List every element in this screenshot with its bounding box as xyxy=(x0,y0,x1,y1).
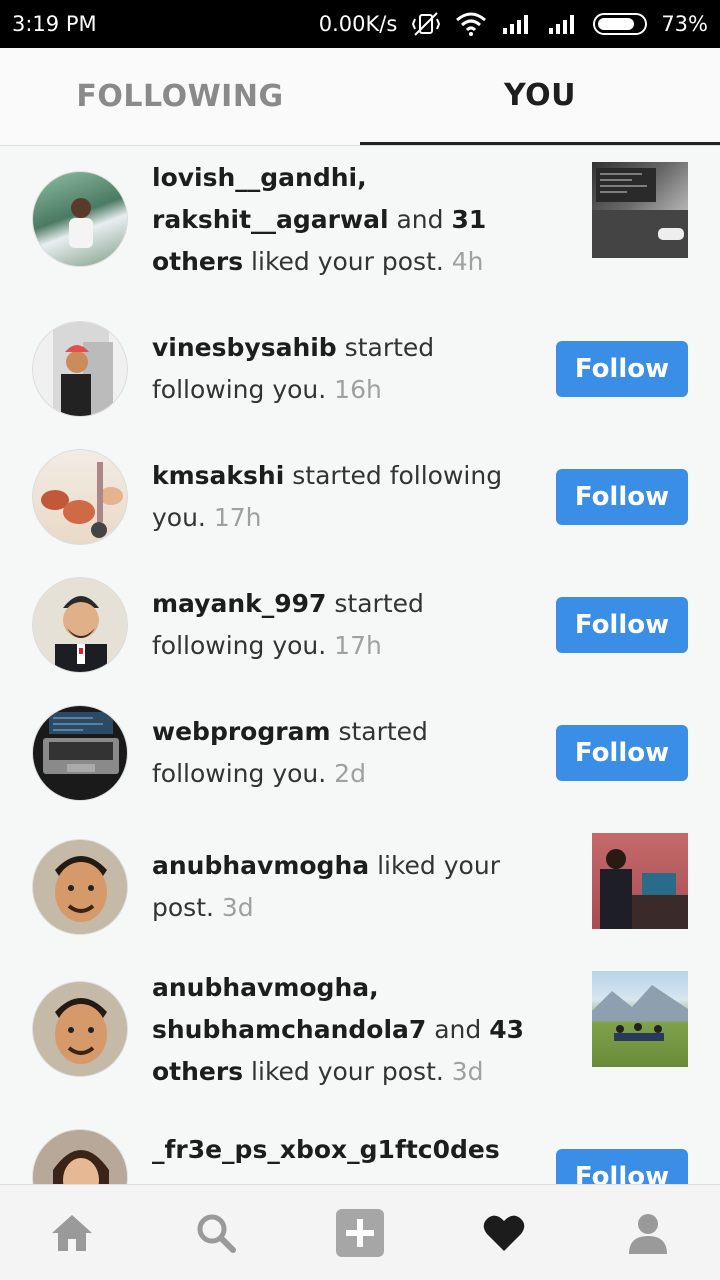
signal-icon xyxy=(501,12,533,36)
username-link[interactable]: rakshit__agarwal xyxy=(152,205,389,234)
timestamp: 16h xyxy=(334,375,382,404)
add-post-icon[interactable] xyxy=(324,1197,396,1269)
activity-text: webprogram started following you. 2d xyxy=(152,717,428,788)
list-item[interactable]: webprogram started following you. 2d Fol… xyxy=(0,705,720,801)
activity-text: vinesbysahib started following you. 16h xyxy=(152,333,435,404)
username-link[interactable]: mayank_997 xyxy=(152,589,326,618)
username-link[interactable]: anubhavmogha xyxy=(152,851,369,880)
list-item[interactable]: _fr3e_ps_xbox_g1ftc0des Follow xyxy=(0,1129,720,1184)
username-link[interactable]: lovish__gandhi, xyxy=(152,163,367,192)
timestamp: 3d xyxy=(221,893,254,922)
follow-button[interactable]: Follow xyxy=(556,725,688,781)
username-link[interactable]: shubhamchandola7 xyxy=(152,1015,426,1044)
activity-text: _fr3e_ps_xbox_g1ftc0des xyxy=(152,1129,542,1171)
bottom-nav xyxy=(0,1184,720,1280)
heart-icon[interactable] xyxy=(468,1197,540,1269)
activity-text: kmsakshi started following you. 17h xyxy=(152,461,503,532)
home-icon[interactable] xyxy=(36,1197,108,1269)
tab-you[interactable]: YOU xyxy=(360,48,720,145)
avatar[interactable] xyxy=(32,705,128,801)
activity-list[interactable]: lovish__gandhi, rakshit__agarwal and 31 … xyxy=(0,147,720,1184)
post-thumbnail[interactable] xyxy=(592,971,688,1067)
list-item[interactable]: anubhavmogha liked your post. 3d xyxy=(0,833,720,935)
post-thumbnail[interactable] xyxy=(592,833,688,929)
activity-tabs: FOLLOWING YOU xyxy=(0,48,720,146)
username-link[interactable]: _fr3e_ps_xbox_g1ftc0des xyxy=(152,1135,500,1164)
follow-button[interactable]: Follow xyxy=(556,1149,688,1184)
signal-icon xyxy=(547,12,579,36)
list-item[interactable]: vinesbysahib started following you. 16h … xyxy=(0,321,720,417)
follow-button[interactable]: Follow xyxy=(556,597,688,653)
status-bar: 3:19 PM 0.00K/s 73% xyxy=(0,0,720,48)
search-icon[interactable] xyxy=(180,1197,252,1269)
username-link[interactable]: vinesbysahib xyxy=(152,333,337,362)
timestamp: 2d xyxy=(334,759,366,788)
username-link[interactable]: anubhavmogha, xyxy=(152,973,379,1002)
battery-icon xyxy=(593,13,648,35)
avatar[interactable] xyxy=(32,1129,128,1184)
list-item[interactable]: anubhavmogha, shubhamchandola7 and 43 ot… xyxy=(0,967,720,1097)
list-item[interactable]: lovish__gandhi, rakshit__agarwal and 31 … xyxy=(0,157,720,287)
username-link[interactable]: kmsakshi xyxy=(152,461,284,490)
net-speed: 0.00K/s xyxy=(318,12,398,36)
timestamp: 3d xyxy=(451,1057,484,1086)
avatar[interactable] xyxy=(32,171,128,267)
activity-text: anubhavmogha, shubhamchandola7 and 43 ot… xyxy=(152,973,525,1086)
battery-percent: 73% xyxy=(661,12,708,36)
avatar[interactable] xyxy=(32,449,128,545)
follow-button[interactable]: Follow xyxy=(556,469,688,525)
activity-text: anubhavmogha liked your post. 3d xyxy=(152,851,500,922)
tab-following[interactable]: FOLLOWING xyxy=(0,48,360,145)
avatar[interactable] xyxy=(32,839,128,935)
timestamp: 17h xyxy=(213,503,262,532)
vibrate-off-icon xyxy=(411,11,441,37)
list-item[interactable]: kmsakshi started following you. 17h Foll… xyxy=(0,449,720,545)
status-icons: 0.00K/s 73% xyxy=(319,11,708,37)
avatar[interactable] xyxy=(32,577,128,673)
username-link[interactable]: webprogram xyxy=(152,717,331,746)
status-time: 3:19 PM xyxy=(12,12,97,36)
profile-icon[interactable] xyxy=(612,1197,684,1269)
wifi-icon xyxy=(455,12,487,36)
post-thumbnail[interactable] xyxy=(592,162,688,258)
activity-text: lovish__gandhi, rakshit__agarwal and 31 … xyxy=(152,163,487,276)
timestamp: 17h xyxy=(334,631,382,660)
list-item[interactable]: mayank_997 started following you. 17h Fo… xyxy=(0,577,720,673)
avatar[interactable] xyxy=(32,981,128,1077)
follow-button[interactable]: Follow xyxy=(556,341,688,397)
timestamp: 4h xyxy=(451,247,484,276)
avatar[interactable] xyxy=(32,321,128,417)
activity-text: mayank_997 started following you. 17h xyxy=(152,589,424,660)
